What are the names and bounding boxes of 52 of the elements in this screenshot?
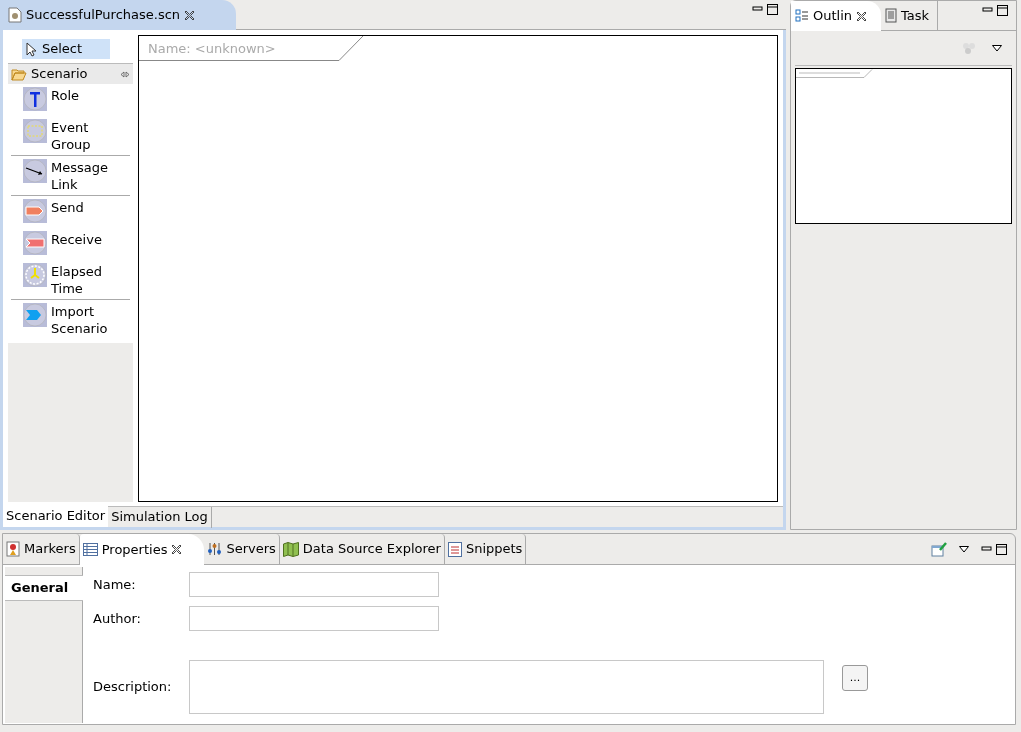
tool-icon bbox=[23, 303, 47, 327]
view-tab[interactable]: Properties bbox=[79, 534, 205, 565]
maximize-icon[interactable] bbox=[767, 4, 778, 15]
maximize-icon[interactable] bbox=[997, 5, 1008, 16]
palette-tool[interactable]: Send bbox=[11, 199, 130, 231]
outline-tab[interactable]: Outlin bbox=[791, 1, 882, 31]
maximize-icon[interactable] bbox=[996, 543, 1007, 555]
tool-icon bbox=[23, 199, 47, 223]
tool-icon bbox=[23, 159, 47, 183]
snippets-icon bbox=[447, 541, 462, 557]
text-field[interactable] bbox=[189, 606, 439, 631]
field-label: Author: bbox=[93, 609, 142, 628]
tool-icon bbox=[23, 263, 47, 287]
browse-button[interactable]: ... bbox=[842, 665, 868, 691]
name-label: Name: <unknown> bbox=[139, 36, 339, 61]
outline-tab[interactable]: Task bbox=[881, 1, 939, 31]
pin-editor-icon[interactable] bbox=[931, 541, 947, 557]
document-icon bbox=[885, 8, 898, 23]
drawer-header[interactable]: Scenario bbox=[8, 63, 133, 84]
close-icon[interactable] bbox=[171, 544, 183, 555]
markers-icon bbox=[6, 541, 20, 557]
palette-tool[interactable]: Role bbox=[11, 87, 130, 119]
close-icon[interactable] bbox=[856, 10, 868, 22]
palette-tool[interactable]: Elapsed Time bbox=[11, 263, 130, 299]
close-icon[interactable] bbox=[184, 9, 196, 21]
label-corner bbox=[339, 36, 364, 61]
outline-icon bbox=[795, 9, 809, 23]
outline-thumbnail[interactable] bbox=[795, 68, 1012, 224]
field-label: Name: bbox=[93, 575, 137, 594]
select-tool[interactable]: Select bbox=[22, 39, 110, 59]
text-field[interactable] bbox=[189, 572, 439, 597]
field-label: Description: bbox=[93, 678, 173, 697]
description-field[interactable] bbox=[189, 660, 824, 714]
palette-tool[interactable]: Import Scenario bbox=[11, 303, 130, 339]
editor-tab[interactable]: SuccessfulPurchase.scn bbox=[0, 0, 236, 30]
palette-tool[interactable]: Message Link bbox=[11, 159, 130, 195]
pointer-icon bbox=[26, 41, 38, 57]
view-menu-icon[interactable] bbox=[959, 545, 969, 553]
editor-page-tab[interactable]: Scenario Editor bbox=[3, 506, 109, 527]
file-icon bbox=[8, 7, 22, 23]
section-tab[interactable]: General bbox=[5, 575, 83, 601]
map-icon bbox=[282, 541, 299, 557]
sliders-icon bbox=[207, 542, 223, 556]
palette-tool[interactable]: Event Group bbox=[11, 119, 130, 155]
table-icon bbox=[82, 543, 98, 556]
editor-page-tab[interactable]: Simulation Log bbox=[108, 507, 212, 528]
palette-tool[interactable]: Receive bbox=[11, 231, 130, 263]
tool-icon bbox=[23, 119, 47, 143]
tool-icon bbox=[23, 87, 47, 111]
folder-icon bbox=[11, 67, 27, 81]
tool-icon bbox=[23, 231, 47, 255]
view-menu-icon[interactable] bbox=[992, 44, 1002, 52]
